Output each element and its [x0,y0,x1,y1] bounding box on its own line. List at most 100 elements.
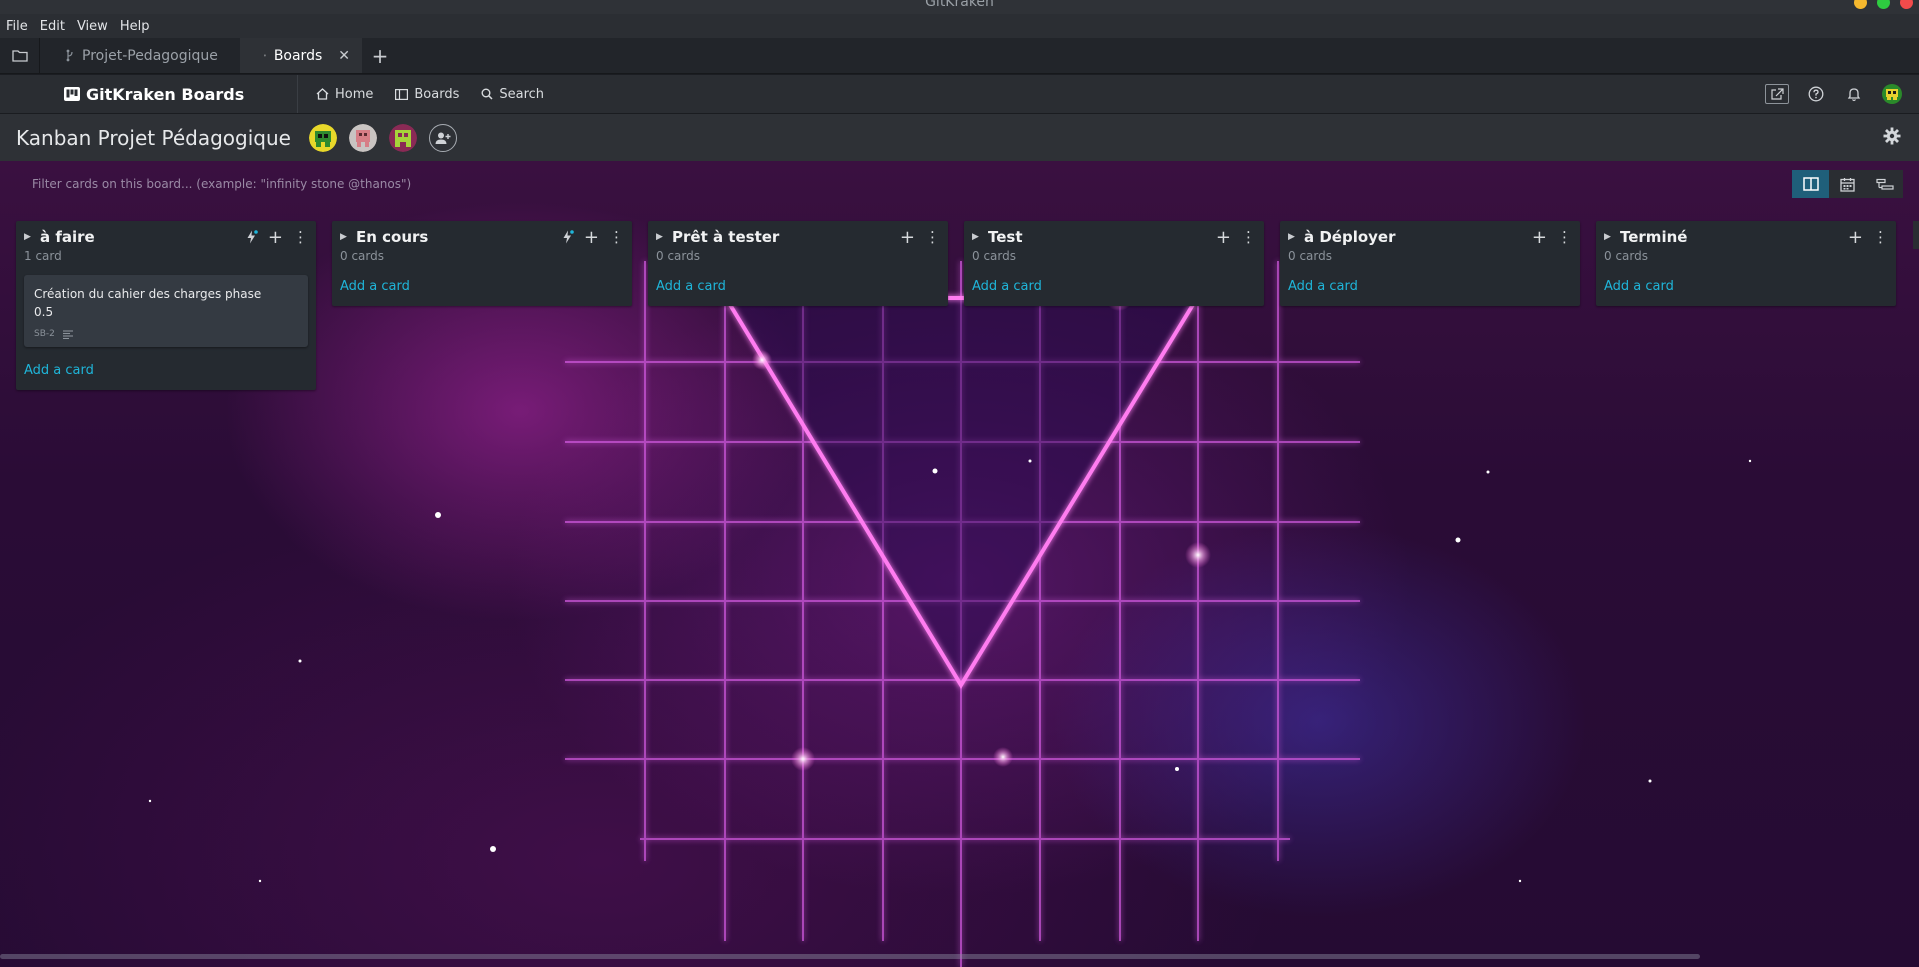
column-actions: + ⋮ [900,227,940,248]
card-count: 0 cards [340,249,384,263]
add-card-link[interactable]: Add a card [24,363,308,378]
member-avatar[interactable] [388,123,417,152]
nav-search-label: Search [499,86,545,102]
column-actions: + ⋮ [562,227,624,248]
window-controls [1854,0,1913,9]
column-menu-icon[interactable]: ⋮ [293,228,308,246]
tab-label: Boards [273,47,323,64]
column-termine: ▶ Terminé + ⋮ 0 cards Add a card [1596,221,1896,306]
add-card-icon[interactable]: + [584,227,599,248]
calendar-view-button[interactable] [1829,170,1866,198]
close-tab-icon[interactable]: ✕ [338,48,350,64]
card-meta: SB-2 [34,329,298,339]
app-header: GitKraken Boards Home Boards Search [0,75,1919,114]
automation-icon[interactable] [562,230,574,244]
nav-boards[interactable]: Boards [395,87,459,102]
close-button[interactable] [1900,0,1913,9]
external-link-icon [1771,87,1784,100]
menu-file[interactable]: File [6,19,38,34]
card-count: 0 cards [1288,249,1332,263]
brand[interactable]: GitKraken Boards [0,75,298,113]
collapse-column-icon[interactable]: ▶ [656,232,666,242]
add-card-icon[interactable]: + [900,227,915,248]
column-title[interactable]: Prêt à tester [672,228,779,246]
avatar-icon [388,123,417,152]
add-member-button[interactable] [428,123,457,152]
collapse-column-icon[interactable]: ▶ [1288,232,1298,242]
timeline-view-button[interactable] [1866,170,1903,198]
board-view-button[interactable] [1792,170,1829,198]
notifications-button[interactable] [1843,83,1865,105]
add-card-icon[interactable]: + [1216,227,1231,248]
menu-edit[interactable]: Edit [40,19,75,34]
column-actions: + ⋮ [246,227,308,248]
collapse-column-icon[interactable]: ▶ [340,232,350,242]
column-menu-icon[interactable]: ⋮ [925,228,940,246]
column-a-deployer: ▶ à Déployer + ⋮ 0 cards Add a card [1280,221,1580,306]
column-title[interactable]: à Déployer [1304,228,1396,246]
column-actions: + ⋮ [1848,227,1888,248]
add-card-link[interactable]: Add a card [1288,279,1572,294]
card-id: SB-2 [34,329,55,339]
board-settings-button[interactable] [1883,127,1901,149]
collapse-column-icon[interactable]: ▶ [1604,232,1614,242]
menu-view[interactable]: View [77,19,118,34]
filter-bar [16,173,1776,195]
gitkraken-boards-logo-icon [64,87,80,101]
board-icon [264,54,266,57]
add-card-icon[interactable]: + [268,227,283,248]
column-en-cours: ▶ En cours + ⋮ 0 cards Add a card [332,221,632,306]
collapse-column-icon[interactable]: ▶ [972,232,982,242]
column-menu-icon[interactable]: ⋮ [1241,228,1256,246]
column-title[interactable]: Terminé [1620,228,1687,246]
calendar-icon [1840,177,1855,192]
avatar-icon [348,123,377,152]
column-menu-icon[interactable]: ⋮ [609,228,624,246]
user-avatar[interactable] [1881,83,1903,105]
horizontal-scrollbar[interactable] [0,954,1700,959]
filter-cards-input[interactable] [16,177,816,191]
tab-bar: Projet-Pedagogique Boards ✕ + [0,38,1919,74]
column-pret-a-tester: ▶ Prêt à tester + ⋮ 0 cards Add a card [648,221,948,306]
column-title[interactable]: Test [988,228,1023,246]
automation-icon[interactable] [246,230,258,244]
column-a-faire: ▶ à faire + ⋮ 1 card Création du cahier … [16,221,316,390]
column-title[interactable]: à faire [40,228,95,246]
avatar-icon [308,123,337,152]
add-card-link[interactable]: Add a card [656,279,940,294]
add-card-icon[interactable]: + [1848,227,1863,248]
description-icon [62,329,73,339]
repo-branch-icon [66,49,73,62]
tab-boards[interactable]: Boards ✕ [240,38,362,73]
card[interactable]: Création du cahier des charges phase 0.5… [24,275,308,347]
menu-help[interactable]: Help [120,19,160,34]
minimize-button[interactable] [1854,0,1867,9]
member-avatar[interactable] [348,123,377,152]
card-count: 0 cards [1604,249,1648,263]
os-titlebar: GitKraken [0,0,1919,14]
column-menu-icon[interactable]: ⋮ [1873,228,1888,246]
next-column-edge [1913,221,1919,249]
column-actions: + ⋮ [1532,227,1572,248]
maximize-button[interactable] [1877,0,1890,9]
add-card-link[interactable]: Add a card [340,279,624,294]
column-menu-icon[interactable]: ⋮ [1557,228,1572,246]
board-title[interactable]: Kanban Projet Pédagogique [16,126,291,150]
open-external-button[interactable] [1765,84,1789,104]
tab-projet-pedagogique[interactable]: Projet-Pedagogique [40,38,240,73]
add-card-icon[interactable]: + [1532,227,1547,248]
add-card-link[interactable]: Add a card [972,279,1256,294]
plus-icon: + [371,43,389,68]
avatar-icon [1882,84,1902,104]
collapse-column-icon[interactable]: ▶ [24,232,34,242]
nav-search[interactable]: Search [481,87,544,102]
member-avatar[interactable] [308,123,337,152]
nav-home[interactable]: Home [316,87,373,102]
column-title[interactable]: En cours [356,228,428,246]
folder-icon [11,50,28,62]
help-button[interactable] [1805,83,1827,105]
new-tab-button[interactable]: + [362,38,398,73]
open-repo-button[interactable] [0,38,40,73]
add-card-link[interactable]: Add a card [1604,279,1888,294]
main-nav: Home Boards Search [298,87,544,102]
